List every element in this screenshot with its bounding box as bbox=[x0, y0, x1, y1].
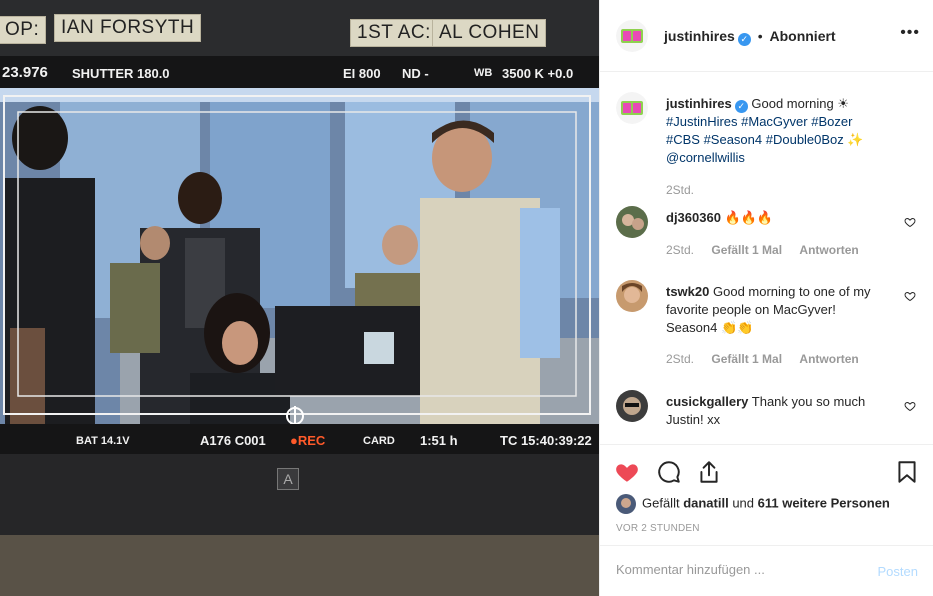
heart-outline-icon[interactable] bbox=[904, 216, 916, 228]
comment-time: 2Std. bbox=[666, 352, 695, 366]
avatar[interactable] bbox=[616, 92, 648, 124]
comment-body: dj360360 🔥🔥🔥 bbox=[666, 209, 886, 227]
hud-nd: ND - bbox=[402, 66, 429, 81]
hud-wb: WB bbox=[474, 67, 493, 79]
sparkle-emoji-icon: ✨ bbox=[847, 132, 864, 147]
user-photo-icon bbox=[616, 206, 648, 238]
comment-item: cusickgallery Thank you so much Justin! … bbox=[616, 390, 916, 440]
tape-label-op: OP: bbox=[0, 16, 47, 44]
caption-body: justinhires ✓ Good morning ☀ #JustinHires… bbox=[666, 95, 886, 167]
monitor-bottom-bar: BAT 14.1V A176 C001 ●REC CARD 1:51 h TC … bbox=[0, 424, 599, 454]
hud-battery: BAT 14.1V bbox=[76, 435, 130, 447]
caption-text: Good morning bbox=[751, 96, 838, 111]
header-username[interactable]: justinhires bbox=[664, 28, 735, 44]
caption-hashtags[interactable]: #JustinHires #MacGyver #Bozer #CBS #Seas… bbox=[666, 114, 852, 147]
justinhires-logo-icon bbox=[616, 20, 648, 52]
post-time: VOR 2 STUNDEN bbox=[616, 523, 700, 534]
comment-likes[interactable]: Gefällt 1 Mal bbox=[711, 243, 782, 257]
comments-list[interactable]: justinhires ✓ Good morning ☀ #JustinHires… bbox=[600, 72, 933, 444]
more-options-icon[interactable]: ••• bbox=[900, 24, 920, 42]
hud-card: CARD bbox=[363, 435, 395, 447]
verified-badge-icon: ✓ bbox=[737, 33, 751, 46]
comment-body: cusickgallery Thank you so much Justin! … bbox=[666, 393, 886, 429]
liked-by-user[interactable]: danatill bbox=[683, 495, 729, 510]
tape-label-ac-name: AL COHEN bbox=[432, 19, 547, 47]
floor bbox=[0, 535, 599, 596]
verified-badge-icon: ✓ bbox=[734, 100, 748, 113]
comment-item: dj360360 🔥🔥🔥 2Std. Gefällt 1 Mal Antwort… bbox=[616, 206, 916, 258]
comment-bubble-icon[interactable] bbox=[656, 459, 682, 485]
post-header: justinhires ✓ • Abonniert ••• bbox=[600, 0, 933, 72]
caption-time: 2Std. bbox=[666, 183, 695, 197]
comment-meta: 2Std. Gefällt 1 Mal Antworten bbox=[666, 243, 859, 257]
avatar[interactable] bbox=[616, 390, 648, 422]
comment-likes[interactable]: Gefällt 1 Mal bbox=[711, 352, 782, 366]
scene-illustration bbox=[0, 88, 599, 424]
comment-username[interactable]: cusickgallery bbox=[666, 394, 748, 409]
comment-input[interactable] bbox=[616, 562, 856, 577]
like-heart-icon[interactable] bbox=[614, 459, 640, 485]
comment-body: tswk20 Good morning to one of my favorit… bbox=[666, 283, 886, 337]
liked-by-count[interactable]: 611 weitere Personen bbox=[758, 495, 890, 510]
caption: justinhires ✓ Good morning ☀ #JustinHires… bbox=[616, 92, 916, 212]
bookmark-icon[interactable] bbox=[894, 459, 920, 485]
tape-label-dop-name: IAN FORSYTH bbox=[54, 14, 202, 42]
post-sidebar: justinhires ✓ • Abonniert ••• justinhires… bbox=[599, 0, 933, 596]
hud-fps: 23.976 bbox=[2, 64, 48, 81]
add-comment-section: Posten bbox=[600, 545, 933, 596]
comment-text: 🔥🔥🔥 bbox=[724, 210, 774, 225]
avatar[interactable] bbox=[616, 20, 648, 52]
post-actions: Gefällt danatill und 611 weitere Persone… bbox=[600, 444, 933, 596]
hud-ei: EI 800 bbox=[343, 66, 381, 81]
liked-by-prefix: Gefällt bbox=[642, 495, 684, 511]
scene-image bbox=[0, 88, 599, 424]
caption-mention[interactable]: @cornellwillis bbox=[666, 150, 745, 165]
post-photo[interactable]: OP: IAN FORSYTH 1ST AC: AL COHEN 23.976 … bbox=[0, 0, 599, 596]
sun-emoji-icon: ☀ bbox=[837, 96, 850, 111]
justinhires-logo-icon bbox=[616, 92, 648, 124]
heart-outline-icon[interactable] bbox=[904, 400, 916, 412]
share-icon[interactable] bbox=[696, 459, 722, 485]
avatar[interactable] bbox=[616, 280, 648, 312]
comment-item: tswk20 Good morning to one of my favorit… bbox=[616, 280, 916, 370]
reply-button[interactable]: Antworten bbox=[799, 243, 858, 257]
monitor-top-bar: 23.976 SHUTTER 180.0 EI 800 ND - WB 3500… bbox=[0, 56, 599, 88]
user-photo-icon bbox=[616, 390, 648, 422]
avatar[interactable] bbox=[616, 494, 636, 514]
hud-card-time: 1:51 h bbox=[420, 433, 458, 448]
hud-timecode: TC 15:40:39:22 bbox=[500, 433, 592, 448]
heart-outline-icon[interactable] bbox=[904, 290, 916, 302]
header-user-line: justinhires ✓ • Abonniert bbox=[664, 28, 836, 46]
reply-button[interactable]: Antworten bbox=[799, 352, 858, 366]
header-separator: • bbox=[757, 28, 763, 44]
clap-emoji-icon: 👏👏 bbox=[720, 320, 754, 335]
comment-meta: 2Std. Gefällt 1 Mal Antworten bbox=[666, 352, 859, 366]
follow-status-button[interactable]: Abonniert bbox=[769, 28, 835, 44]
hud-wb-value: 3500 K +0.0 bbox=[502, 66, 574, 81]
liked-by-mid: und bbox=[728, 495, 758, 511]
comment-time: 2Std. bbox=[666, 243, 695, 257]
monitor-label: A bbox=[277, 468, 299, 490]
comment-username[interactable]: dj360360 bbox=[666, 210, 721, 225]
comment-username[interactable]: tswk20 bbox=[666, 284, 709, 299]
user-photo-icon bbox=[616, 494, 636, 514]
avatar[interactable] bbox=[616, 206, 648, 238]
user-photo-icon bbox=[616, 280, 648, 312]
hud-rec: ●REC bbox=[290, 433, 326, 448]
tape-label-ac: 1ST AC: bbox=[350, 19, 438, 47]
hud-clip: A176 C001 bbox=[200, 433, 266, 448]
hud-shutter: SHUTTER 180.0 bbox=[72, 66, 170, 81]
liked-by: Gefällt danatill und 611 weitere Persone… bbox=[616, 494, 890, 514]
post-comment-button[interactable]: Posten bbox=[878, 564, 918, 579]
caption-username[interactable]: justinhires bbox=[666, 96, 732, 111]
